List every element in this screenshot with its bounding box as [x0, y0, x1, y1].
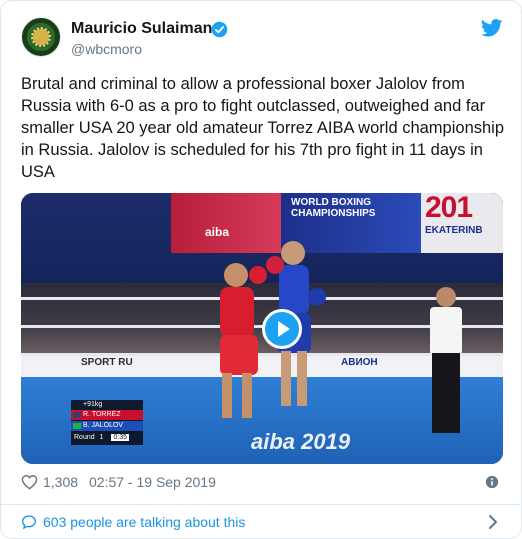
scoreboard-blue: B. JALOLOV: [71, 421, 143, 431]
tweet-text: Brutal and criminal to allow a professio…: [21, 75, 505, 181]
play-button[interactable]: [262, 309, 302, 349]
ad-sport-ru: SPORT RU: [81, 357, 133, 368]
like-count[interactable]: 1,308: [43, 474, 78, 490]
user-handle[interactable]: @wbcmoro: [71, 41, 142, 57]
play-icon: [278, 321, 290, 337]
year-display: 201: [425, 193, 473, 224]
banner-line-2: CHAMPIONSHIPS: [291, 208, 376, 219]
banner-line-1: WORLD BOXING: [291, 197, 371, 208]
heart-icon[interactable]: [21, 474, 38, 490]
avatar-emblem: [31, 27, 51, 47]
fight-scoreboard: +91kg R. TORREZ B. JALOLOV Round 1 0:35: [71, 400, 143, 445]
tweet-header: Mauricio Sulaiman @wbcmoro: [21, 17, 503, 63]
conversation-label[interactable]: 603 people are talking about this: [43, 514, 245, 530]
scoreboard-round: Round 1 0:35: [71, 433, 143, 443]
twitter-bird-icon[interactable]: [481, 19, 503, 37]
referee: [430, 287, 462, 433]
arena-banner: WORLD BOXING CHAMPIONSHIPS: [291, 197, 375, 219]
fighter-blue-name: B. JALOLOV: [83, 422, 124, 429]
video-player[interactable]: aiba WORLD BOXING CHAMPIONSHIPS 201 EKAT…: [21, 193, 503, 464]
scoreboard-red: R. TORREZ: [71, 410, 143, 420]
floor-logo: aiba 2019: [251, 429, 351, 454]
scoreboard-weight: +91kg: [83, 401, 103, 408]
verified-icon: [211, 21, 228, 38]
tweet-meta: 1,308 02:57 - 19 Sep 2019: [21, 473, 503, 493]
round-clock: 0:35: [111, 434, 130, 441]
round-number: 1: [99, 434, 104, 441]
uzbekistan-flag-icon: [73, 423, 81, 429]
city-display: EKATERINB: [425, 225, 483, 236]
info-icon[interactable]: [485, 475, 499, 489]
divider: [1, 504, 521, 505]
tweet-card[interactable]: Mauricio Sulaiman @wbcmoro Brutal and cr…: [0, 0, 522, 539]
chevron-right-icon[interactable]: [487, 514, 499, 530]
ad-avion: АВИОН: [341, 357, 378, 368]
speech-bubble-icon: [21, 515, 37, 530]
avatar[interactable]: [21, 17, 61, 57]
round-label: Round: [74, 434, 95, 441]
timestamp[interactable]: 02:57 - 19 Sep 2019: [89, 474, 216, 490]
conversation-link[interactable]: 603 people are talking about this: [21, 512, 503, 534]
usa-flag-icon: [73, 412, 81, 418]
fighter-red-name: R. TORREZ: [83, 411, 121, 418]
aiba-screen-label: aiba: [205, 225, 230, 239]
display-name[interactable]: Mauricio Sulaiman: [71, 20, 212, 38]
